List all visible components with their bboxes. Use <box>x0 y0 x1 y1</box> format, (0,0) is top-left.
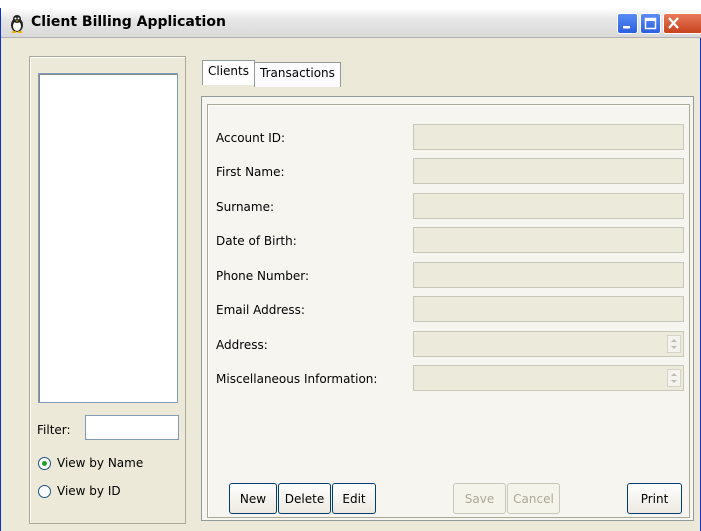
delete-button[interactable]: Delete <box>278 483 331 514</box>
account-id-label: Account ID: <box>216 131 286 145</box>
view-by-id-radio[interactable]: View by ID <box>38 484 121 498</box>
phone-number-row: Phone Number: <box>208 262 688 290</box>
spin-arrows-icon[interactable] <box>667 335 681 353</box>
spin-arrows-icon[interactable] <box>667 369 681 387</box>
clients-tab-panel: Account ID: First Name: Surname: Date of… <box>201 96 694 521</box>
radio-selected-icon <box>38 456 51 470</box>
misc-info-row: Miscellaneous Information: <box>208 365 688 393</box>
surname-label: Surname: <box>216 200 275 214</box>
first-name-row: First Name: <box>208 158 688 186</box>
address-label: Address: <box>216 338 268 352</box>
phone-number-label: Phone Number: <box>216 269 310 283</box>
email-address-label: Email Address: <box>216 303 305 317</box>
cancel-button[interactable]: Cancel <box>507 483 560 514</box>
client-list[interactable] <box>38 73 178 403</box>
close-icon <box>668 17 679 29</box>
minimize-button[interactable] <box>617 13 638 34</box>
app-window: Client Billing Application Filter: View … <box>0 8 701 531</box>
maximize-button[interactable] <box>640 13 661 34</box>
tab-bar: Clients Transactions <box>202 60 341 87</box>
date-of-birth-row: Date of Birth: <box>208 227 688 255</box>
date-of-birth-field[interactable] <box>413 227 684 253</box>
account-id-row: Account ID: <box>208 124 688 152</box>
surname-field[interactable] <box>413 193 684 219</box>
filter-input[interactable] <box>85 415 179 440</box>
new-button[interactable]: New <box>229 483 277 514</box>
first-name-field[interactable] <box>413 158 684 184</box>
view-by-name-label: View by Name <box>57 456 144 470</box>
email-address-field[interactable] <box>413 296 684 322</box>
client-list-panel: Filter: View by Name View by ID <box>29 56 186 524</box>
view-by-name-radio[interactable]: View by Name <box>38 456 143 470</box>
tab-transactions[interactable]: Transactions <box>254 62 341 87</box>
save-button[interactable]: Save <box>453 483 506 514</box>
view-by-id-label: View by ID <box>57 484 121 498</box>
surname-row: Surname: <box>208 193 688 221</box>
client-form: Account ID: First Name: Surname: Date of… <box>207 104 690 518</box>
title-bar[interactable]: Client Billing Application <box>1 8 701 38</box>
first-name-label: First Name: <box>216 165 285 179</box>
print-button[interactable]: Print <box>627 483 682 514</box>
penguin-icon <box>11 15 23 33</box>
date-of-birth-label: Date of Birth: <box>216 234 297 248</box>
tab-clients[interactable]: Clients <box>202 60 255 85</box>
window-title: Client Billing Application <box>31 14 226 30</box>
content-area: Filter: View by Name View by ID Clients … <box>1 39 701 531</box>
address-field[interactable] <box>413 331 684 357</box>
misc-info-field[interactable] <box>413 365 684 391</box>
close-button[interactable] <box>663 13 701 34</box>
phone-number-field[interactable] <box>413 262 684 288</box>
misc-info-label: Miscellaneous Information: <box>216 372 378 386</box>
account-id-field[interactable] <box>413 124 684 150</box>
maximize-icon <box>644 17 657 30</box>
minimize-icon <box>623 26 630 29</box>
edit-button[interactable]: Edit <box>332 483 376 514</box>
filter-label: Filter: <box>37 423 71 437</box>
email-address-row: Email Address: <box>208 296 688 324</box>
radio-unselected-icon <box>38 484 51 498</box>
address-row: Address: <box>208 331 688 359</box>
